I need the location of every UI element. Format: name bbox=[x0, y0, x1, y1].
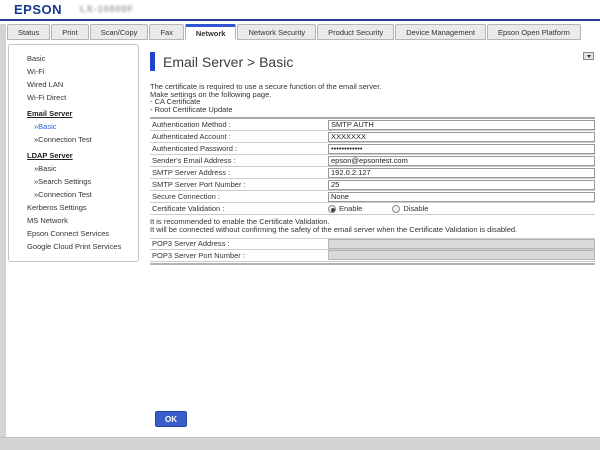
row-smtp-server-port: SMTP Server Port Number : bbox=[150, 179, 595, 191]
sidebar-item-email-server-connection-test[interactable]: »Connection Test bbox=[9, 133, 138, 146]
settings-form: Authentication Method : SMTP AUTH Authen… bbox=[150, 117, 595, 265]
certificate-validation-label: Certificate Validation : bbox=[150, 204, 328, 213]
sidebar-item-ldap-connection-test[interactable]: »Connection Test bbox=[9, 188, 138, 201]
epson-logo: EPSON bbox=[14, 2, 62, 17]
page-title-row: Email Server > Basic bbox=[150, 52, 595, 71]
intro-line: - Root Certificate Update bbox=[150, 106, 595, 114]
row-pop3-server-address: POP3 Server Address : bbox=[150, 238, 595, 250]
tab-network-security[interactable]: Network Security bbox=[237, 24, 316, 40]
secure-connection-label: Secure Connection : bbox=[150, 192, 328, 201]
sidebar-section-ldap-server[interactable]: LDAP Server bbox=[9, 149, 138, 162]
secure-connection-select[interactable]: None bbox=[328, 192, 595, 202]
sidebar-item-basic[interactable]: Basic bbox=[9, 52, 138, 65]
certificate-validation-disable[interactable]: Disable bbox=[392, 204, 428, 213]
smtp-server-address-input[interactable] bbox=[328, 168, 595, 178]
radio-disable-icon[interactable] bbox=[392, 205, 400, 213]
sidebar-item-google-cloud-print-services[interactable]: Google Cloud Print Services bbox=[9, 240, 138, 253]
smtp-server-address-label: SMTP Server Address : bbox=[150, 168, 328, 177]
sidebar-item-wired-lan[interactable]: Wired LAN bbox=[9, 78, 138, 91]
tab-product-security[interactable]: Product Security bbox=[317, 24, 394, 40]
sidebar-nav: Basic Wi-Fi Wired LAN Wi-Fi Direct Email… bbox=[8, 44, 139, 262]
tab-scan-copy[interactable]: Scan/Copy bbox=[90, 24, 149, 40]
sidebar-item-email-server-basic[interactable]: »Basic bbox=[9, 120, 138, 133]
header-divider bbox=[0, 19, 600, 21]
pop3-server-address-label: POP3 Server Address : bbox=[150, 239, 328, 248]
authenticated-account-label: Authenticated Account : bbox=[150, 132, 328, 141]
sidebar-item-wifi-direct[interactable]: Wi-Fi Direct bbox=[9, 91, 138, 104]
model-name: LX-10000F bbox=[80, 4, 134, 14]
row-sender-email: Sender's Email Address : bbox=[150, 155, 595, 167]
radio-enable-icon[interactable] bbox=[328, 205, 336, 213]
footer-bar bbox=[0, 437, 600, 450]
certificate-validation-enable[interactable]: Enable bbox=[328, 204, 362, 213]
left-gutter bbox=[0, 24, 6, 450]
enable-label: Enable bbox=[339, 204, 362, 213]
pop3-server-port-label: POP3 Server Port Number : bbox=[150, 251, 328, 260]
tab-network[interactable]: Network bbox=[185, 24, 237, 40]
row-authenticated-account: Authenticated Account : bbox=[150, 131, 595, 143]
main-content: Email Server > Basic The certificate is … bbox=[150, 52, 595, 265]
sidebar-item-ms-network[interactable]: MS Network bbox=[9, 214, 138, 227]
smtp-server-port-input[interactable] bbox=[328, 180, 595, 190]
disable-label: Disable bbox=[403, 204, 428, 213]
sidebar-item-epson-connect-services[interactable]: Epson Connect Services bbox=[9, 227, 138, 240]
row-authenticated-password: Authenticated Password : bbox=[150, 143, 595, 155]
table-bottom-divider bbox=[150, 262, 595, 265]
authenticated-password-input[interactable] bbox=[328, 144, 595, 154]
authentication-method-label: Authentication Method : bbox=[150, 120, 328, 129]
sidebar-item-ldap-search-settings[interactable]: »Search Settings bbox=[9, 175, 138, 188]
chevron-down-icon[interactable] bbox=[583, 52, 594, 60]
authenticated-password-label: Authenticated Password : bbox=[150, 144, 328, 153]
sidebar-item-kerberos-settings[interactable]: Kerberos Settings bbox=[9, 201, 138, 214]
row-pop3-server-port: POP3 Server Port Number : bbox=[150, 250, 595, 262]
row-certificate-validation: Certificate Validation : Enable Disable bbox=[150, 203, 595, 215]
page: EPSON LX-10000F Status Print Scan/Copy F… bbox=[0, 0, 600, 450]
tab-epson-open-platform[interactable]: Epson Open Platform bbox=[487, 24, 581, 40]
page-title: Email Server > Basic bbox=[163, 54, 293, 70]
row-smtp-server-address: SMTP Server Address : bbox=[150, 167, 595, 179]
note-line: It will be connected without confirming … bbox=[150, 226, 595, 234]
certificate-validation-radios: Enable Disable bbox=[328, 204, 458, 213]
tab-fax[interactable]: Fax bbox=[149, 24, 184, 40]
sidebar-item-ldap-basic[interactable]: »Basic bbox=[9, 162, 138, 175]
tab-print[interactable]: Print bbox=[51, 24, 88, 40]
sender-email-label: Sender's Email Address : bbox=[150, 156, 328, 165]
authentication-method-select[interactable]: SMTP AUTH bbox=[328, 120, 595, 130]
intro-text: The certificate is required to use a sec… bbox=[150, 83, 595, 113]
tab-bar: Status Print Scan/Copy Fax Network Netwo… bbox=[7, 24, 581, 40]
ok-button[interactable]: OK bbox=[155, 411, 187, 427]
header: EPSON LX-10000F bbox=[0, 0, 600, 19]
tab-device-management[interactable]: Device Management bbox=[395, 24, 486, 40]
pop3-server-address-input bbox=[328, 239, 595, 249]
sidebar-item-wifi[interactable]: Wi-Fi bbox=[9, 65, 138, 78]
certificate-validation-note: It is recommended to enable the Certific… bbox=[150, 215, 595, 238]
sender-email-input[interactable] bbox=[328, 156, 595, 166]
smtp-server-port-label: SMTP Server Port Number : bbox=[150, 180, 328, 189]
row-secure-connection: Secure Connection : None bbox=[150, 191, 595, 203]
row-authentication-method: Authentication Method : SMTP AUTH bbox=[150, 119, 595, 131]
intro-line: Make settings on the following page. bbox=[150, 91, 595, 99]
pop3-server-port-input bbox=[328, 250, 595, 260]
title-accent-bar bbox=[150, 52, 155, 71]
tab-status[interactable]: Status bbox=[7, 24, 50, 40]
authenticated-account-input[interactable] bbox=[328, 132, 595, 142]
sidebar-section-email-server[interactable]: Email Server bbox=[9, 107, 138, 120]
